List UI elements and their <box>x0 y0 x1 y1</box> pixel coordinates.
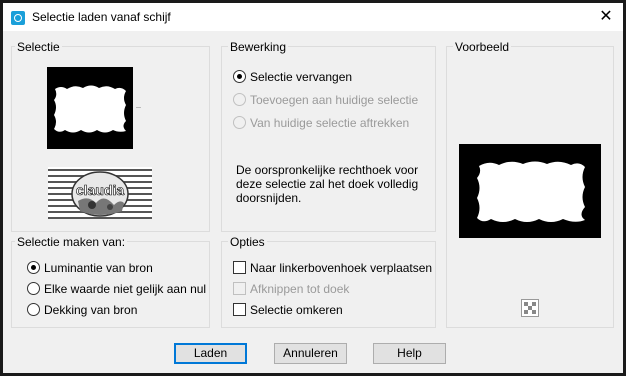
checkbox[interactable] <box>233 303 246 316</box>
image-thumbnail[interactable]: claudia <box>48 167 152 219</box>
bewerking-description: De oorspronkelijke rechthoek voor deze s… <box>236 163 419 205</box>
preview-image <box>459 144 601 238</box>
selection-shape-icon <box>54 85 126 133</box>
dialog-window: Selectie laden vanaf schijf ✕ Selectie c… <box>3 3 623 373</box>
checkerboard-icon <box>524 302 536 314</box>
selectie-maken-group-title: Selectie maken van: <box>15 235 128 249</box>
thumbnail-watermark-text: claudia <box>75 182 125 199</box>
app-icon <box>11 11 25 25</box>
preview-selection-shape-icon <box>477 161 585 222</box>
radio-button[interactable] <box>27 261 40 274</box>
checkbox-label: Selectie omkeren <box>250 303 343 317</box>
bewerking-group-title: Bewerking <box>228 40 289 54</box>
radio-label: Selectie vervangen <box>250 70 353 84</box>
dash-mark <box>136 107 141 108</box>
close-button[interactable]: ✕ <box>595 6 617 28</box>
opties-group-title: Opties <box>228 235 267 249</box>
cancel-button[interactable]: Annuleren <box>274 343 347 364</box>
radio-label: Luminantie van bron <box>44 261 153 275</box>
radio-label: Dekking van bron <box>44 303 138 317</box>
title-bar[interactable]: Selectie laden vanaf schijf ✕ <box>3 3 623 31</box>
window-title: Selectie laden vanaf schijf <box>32 10 171 24</box>
checkbox-label: Afknippen tot doek <box>250 282 350 296</box>
radio-button[interactable] <box>27 303 40 316</box>
voorbeeld-group-title: Voorbeeld <box>453 40 512 54</box>
selectie-group-title: Selectie <box>15 40 62 54</box>
radio-button[interactable] <box>233 70 246 83</box>
radio-label: Van huidige selectie aftrekken <box>250 116 410 130</box>
checkbox[interactable] <box>233 282 246 295</box>
load-button[interactable]: Laden <box>174 343 247 364</box>
checkbox-label: Naar linkerbovenhoek verplaatsen <box>250 261 433 275</box>
radio-button[interactable] <box>27 282 40 295</box>
selection-file-preview[interactable] <box>47 67 133 149</box>
zoom-preview-button[interactable] <box>521 299 539 317</box>
radio-button[interactable] <box>233 116 246 129</box>
radio-button[interactable] <box>233 93 246 106</box>
help-button[interactable]: Help <box>373 343 446 364</box>
checkbox[interactable] <box>233 261 246 274</box>
radio-label: Toevoegen aan huidige selectie <box>250 93 419 107</box>
radio-label: Elke waarde niet gelijk aan nul <box>44 282 207 296</box>
